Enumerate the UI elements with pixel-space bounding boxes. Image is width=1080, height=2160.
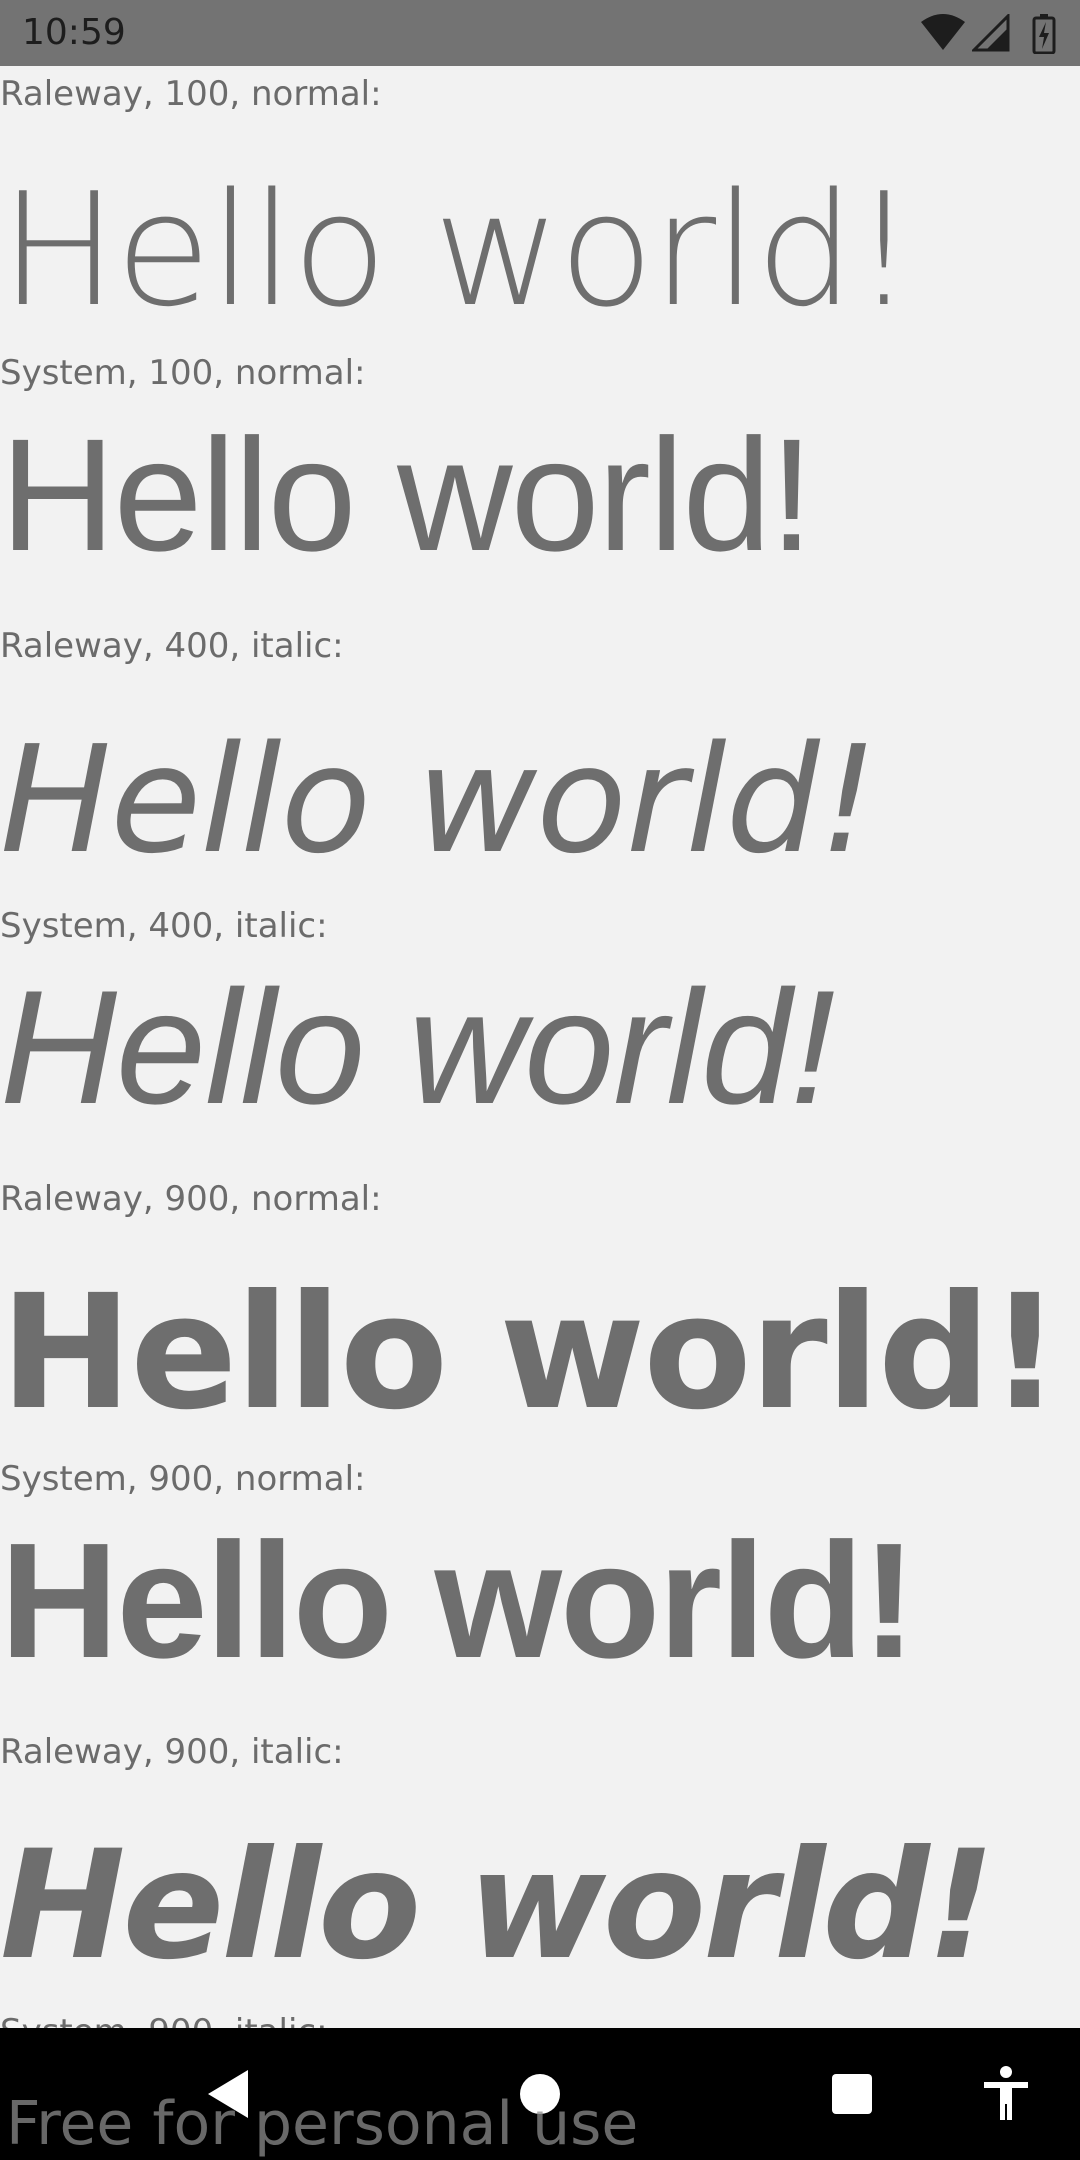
sample-text: Hello world! [0, 405, 814, 584]
sample-label: Raleway, 900, italic: [0, 1732, 344, 1772]
recents-icon[interactable] [820, 2062, 884, 2126]
battery-icon [1032, 14, 1056, 54]
sample-label: Raleway, 400, italic: [0, 626, 344, 666]
status-bar: 10:59 [0, 0, 1080, 66]
cell-signal-icon [972, 14, 1010, 52]
sample-label: System, 100, normal: [0, 353, 366, 393]
sample-text: Hello world! [0, 1261, 1061, 1445]
sample-text: Hello world! [0, 1509, 916, 1692]
sample-text: Hello world! [0, 957, 835, 1138]
font-sample-list[interactable]: Raleway, 100, normal: Hello world! Syste… [0, 66, 1080, 2028]
wifi-icon [921, 14, 965, 50]
sample-label: System, 400, italic: [0, 906, 328, 946]
status-time: 10:59 [22, 12, 126, 53]
sample-text: Hello world! [0, 714, 878, 886]
watermark-text: Free for personal use [6, 2089, 639, 2159]
navigation-bar: Free for personal use [0, 2028, 1080, 2160]
sample-label: System, 900, italic: [0, 2012, 328, 2028]
sample-label: System, 900, normal: [0, 1459, 366, 1499]
sample-text: Hello world! [0, 1819, 995, 1993]
sample-label: Raleway, 900, normal: [0, 1179, 382, 1219]
sample-label: Raleway, 100, normal: [0, 74, 382, 114]
accessibility-icon[interactable] [974, 2062, 1038, 2126]
sample-text: Hello world! [0, 159, 915, 341]
